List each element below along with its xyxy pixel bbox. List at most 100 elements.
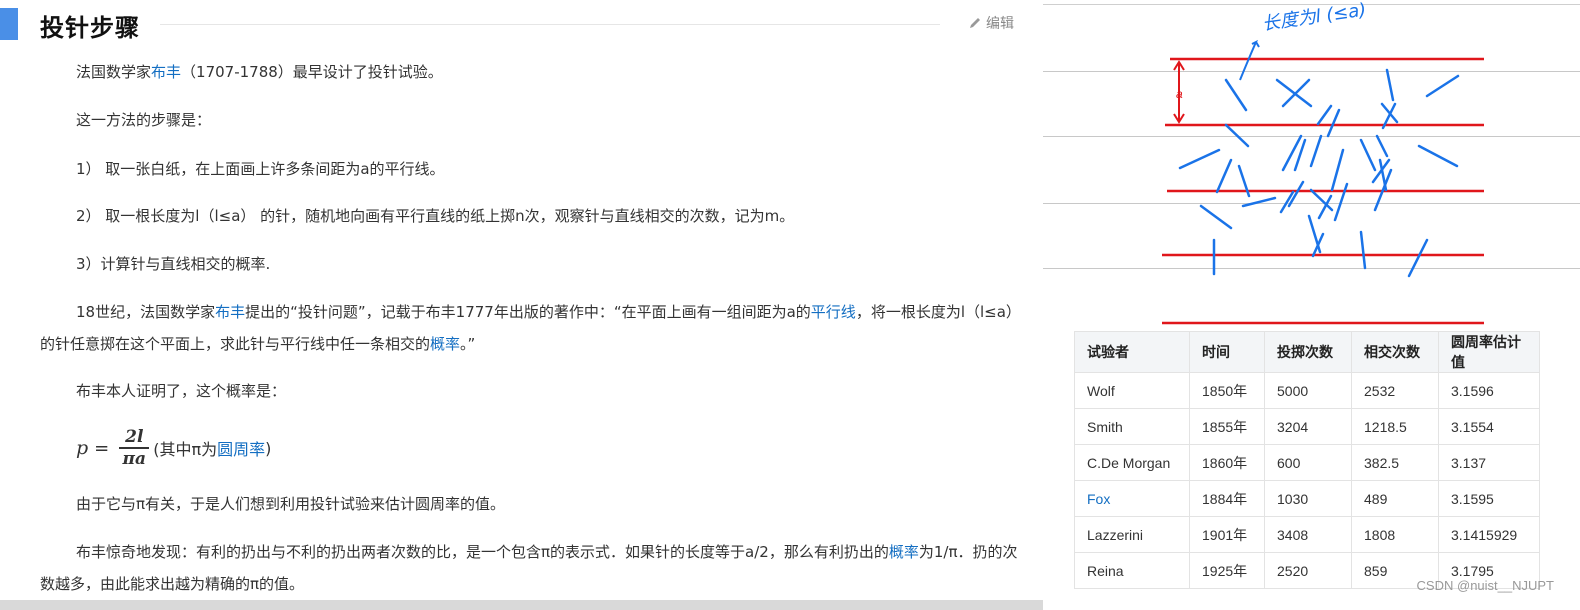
table-row: Fox 1884年 1030 489 3.1595 — [1074, 480, 1540, 517]
probability-formula: p = 2l πa (其中π为 圆周率) — [76, 420, 271, 476]
formula-fraction: 2l πa — [119, 427, 150, 469]
link-buffon[interactable]: 布丰 — [151, 63, 181, 81]
needle — [1385, 68, 1395, 102]
cell-pi-estimate: 3.1415929 — [1438, 516, 1540, 553]
header-experimenter: 试验者 — [1074, 331, 1190, 373]
cell-pi-estimate: 3.137 — [1438, 444, 1540, 481]
formula-note-pre: (其中π为 — [153, 440, 218, 459]
cell-experimenter: Lazzerini — [1074, 516, 1190, 553]
cell-year: 1901年 — [1189, 516, 1265, 553]
needle — [1224, 78, 1248, 112]
header-hits: 相交次数 — [1351, 331, 1439, 373]
formula-equals: = — [94, 437, 110, 459]
paragraph-intro: 法国数学家布丰（1707-1788）最早设计了投针试验。 — [40, 56, 1020, 88]
needle — [1215, 158, 1233, 194]
table-header-row: 试验者 时间 投掷次数 相交次数 圆周率估计值 — [1074, 331, 1540, 373]
link-buffon[interactable]: 布丰 — [215, 303, 245, 321]
header-year: 时间 — [1189, 331, 1265, 373]
paragraph-history: 18世纪，法国数学家布丰提出的“投针问题”，记载于布丰1777年出版的著作中：“… — [40, 296, 1020, 360]
heading-accent-bar — [0, 8, 18, 40]
trials-table: 试验者 时间 投掷次数 相交次数 圆周率估计值 Wolf 1850年 5000 253… — [1074, 331, 1540, 589]
spacing-marker: a — [1173, 60, 1185, 124]
formula-lhs: p — [76, 437, 89, 459]
link-parallel-lines[interactable]: 平行线 — [811, 303, 856, 321]
cell-hits: 1218.5 — [1351, 408, 1439, 445]
paragraph-step-1: 1） 取一张白纸，在上面画上许多条间距为a的平行线。 — [76, 160, 445, 178]
parallel-lines — [1162, 57, 1484, 325]
table-row: Wolf 1850年 5000 2532 3.1596 — [1074, 372, 1540, 409]
table-row: C.De Morgan 1860年 600 382.5 3.137 — [1074, 444, 1540, 481]
cell-year: 1855年 — [1189, 408, 1265, 445]
needle — [1425, 74, 1460, 98]
pencil-icon — [970, 18, 980, 28]
needle — [1417, 144, 1459, 168]
article-panel: 投针步骤 编辑 法国数学家布丰（1707-1788）最早设计了投针试验。 这一方… — [0, 0, 1043, 610]
cell-throws: 600 — [1264, 444, 1352, 481]
cell-throws: 1030 — [1264, 480, 1352, 517]
needle — [1359, 138, 1377, 172]
paragraph-step-3: 3）计算针与直线相交的概率. — [76, 255, 271, 273]
link-probability[interactable]: 概率 — [430, 335, 460, 353]
cell-year: 1860年 — [1189, 444, 1265, 481]
cell-experimenter: C.De Morgan — [1074, 444, 1190, 481]
formula-note-post: ) — [265, 438, 272, 458]
cell-experimenter: Wolf — [1074, 372, 1190, 409]
cell-pi-estimate: 3.1595 — [1438, 480, 1540, 517]
needle — [1281, 134, 1303, 172]
cell-year: 1884年 — [1189, 480, 1265, 517]
header-throws: 投掷次数 — [1264, 331, 1352, 373]
needle — [1241, 196, 1277, 208]
link-pi[interactable]: 圆周率 — [217, 436, 265, 460]
buffon-needle-sketch: a 长度为l (≤a) — [1162, 0, 1484, 325]
cell-year: 1850年 — [1189, 372, 1265, 409]
formula-numerator: 2l — [125, 427, 144, 448]
text: 法国数学家 — [76, 63, 152, 81]
header-pi-estimate: 圆周率估计值 — [1438, 331, 1540, 373]
paragraph-pi-relation: 由于它与π有关，于是人们想到利用投针试验来估计圆周率的值。 — [76, 495, 506, 513]
cell-hits: 489 — [1351, 480, 1439, 517]
text: 布丰惊奇地发现：有利的扔出与不利的扔出两者次数的比，是一个包含π的表示式．如果针… — [76, 543, 889, 561]
cell-pi-estimate: 3.1596 — [1438, 372, 1540, 409]
formula-denominator: πa — [122, 448, 146, 469]
needle-length-annotation: 长度为l (≤a) — [1261, 0, 1368, 35]
cell-throws: 5000 — [1264, 372, 1352, 409]
text: （1707-1788）最早设计了投针试验。 — [181, 63, 443, 81]
section-title: 投针步骤 — [40, 14, 140, 42]
table-row: Lazzerini 1901年 3408 1808 3.1415929 — [1074, 516, 1540, 553]
needle — [1330, 148, 1345, 192]
cell-experimenter[interactable]: Fox — [1074, 480, 1190, 517]
link-probability[interactable]: 概率 — [889, 543, 919, 561]
paragraph-step-2: 2） 取一根长度为l（l≤a） 的针，随机地向画有平行直线的纸上掷n次，观察针与… — [76, 207, 795, 225]
heading-divider — [160, 24, 940, 25]
needle — [1199, 204, 1233, 230]
cell-hits: 1808 — [1351, 516, 1439, 553]
needles — [1178, 68, 1460, 278]
needle — [1375, 134, 1389, 158]
cell-pi-estimate: 3.1554 — [1438, 408, 1540, 445]
spacing-label: a — [1176, 87, 1183, 101]
annotation-arrow — [1239, 39, 1260, 81]
cell-experimenter: Reina — [1074, 552, 1190, 589]
text: 。” — [460, 335, 476, 353]
cell-year: 1925年 — [1189, 552, 1265, 589]
paragraph-proof: 布丰本人证明了，这个概率是： — [76, 382, 287, 400]
cell-throws: 2520 — [1264, 552, 1352, 589]
cell-throws: 3408 — [1264, 516, 1352, 553]
needle — [1224, 123, 1250, 148]
paragraph-steps-intro: 这一方法的步骤是： — [76, 111, 212, 129]
table-row: Smith 1855年 3204 1218.5 3.1554 — [1074, 408, 1540, 445]
needle — [1333, 182, 1349, 222]
needle — [1407, 238, 1429, 278]
edit-label: 编辑 — [986, 16, 1014, 32]
needle — [1326, 108, 1341, 138]
bottom-strip — [0, 600, 1043, 610]
cell-experimenter: Smith — [1074, 408, 1190, 445]
text: 提出的“投针问题”，记载于布丰1777年出版的著作中：“在平面上画有一组间距为a… — [245, 303, 811, 321]
needle — [1178, 148, 1221, 170]
needle — [1359, 230, 1367, 270]
edit-button[interactable]: 编辑 — [968, 13, 1014, 33]
paragraph-discovery: 布丰惊奇地发现：有利的扔出与不利的扔出两者次数的比，是一个包含π的表示式．如果针… — [40, 536, 1020, 600]
cell-hits: 382.5 — [1351, 444, 1439, 481]
needle — [1316, 104, 1333, 126]
watermark: CSDN @nuist__NJUPT — [1416, 578, 1554, 593]
